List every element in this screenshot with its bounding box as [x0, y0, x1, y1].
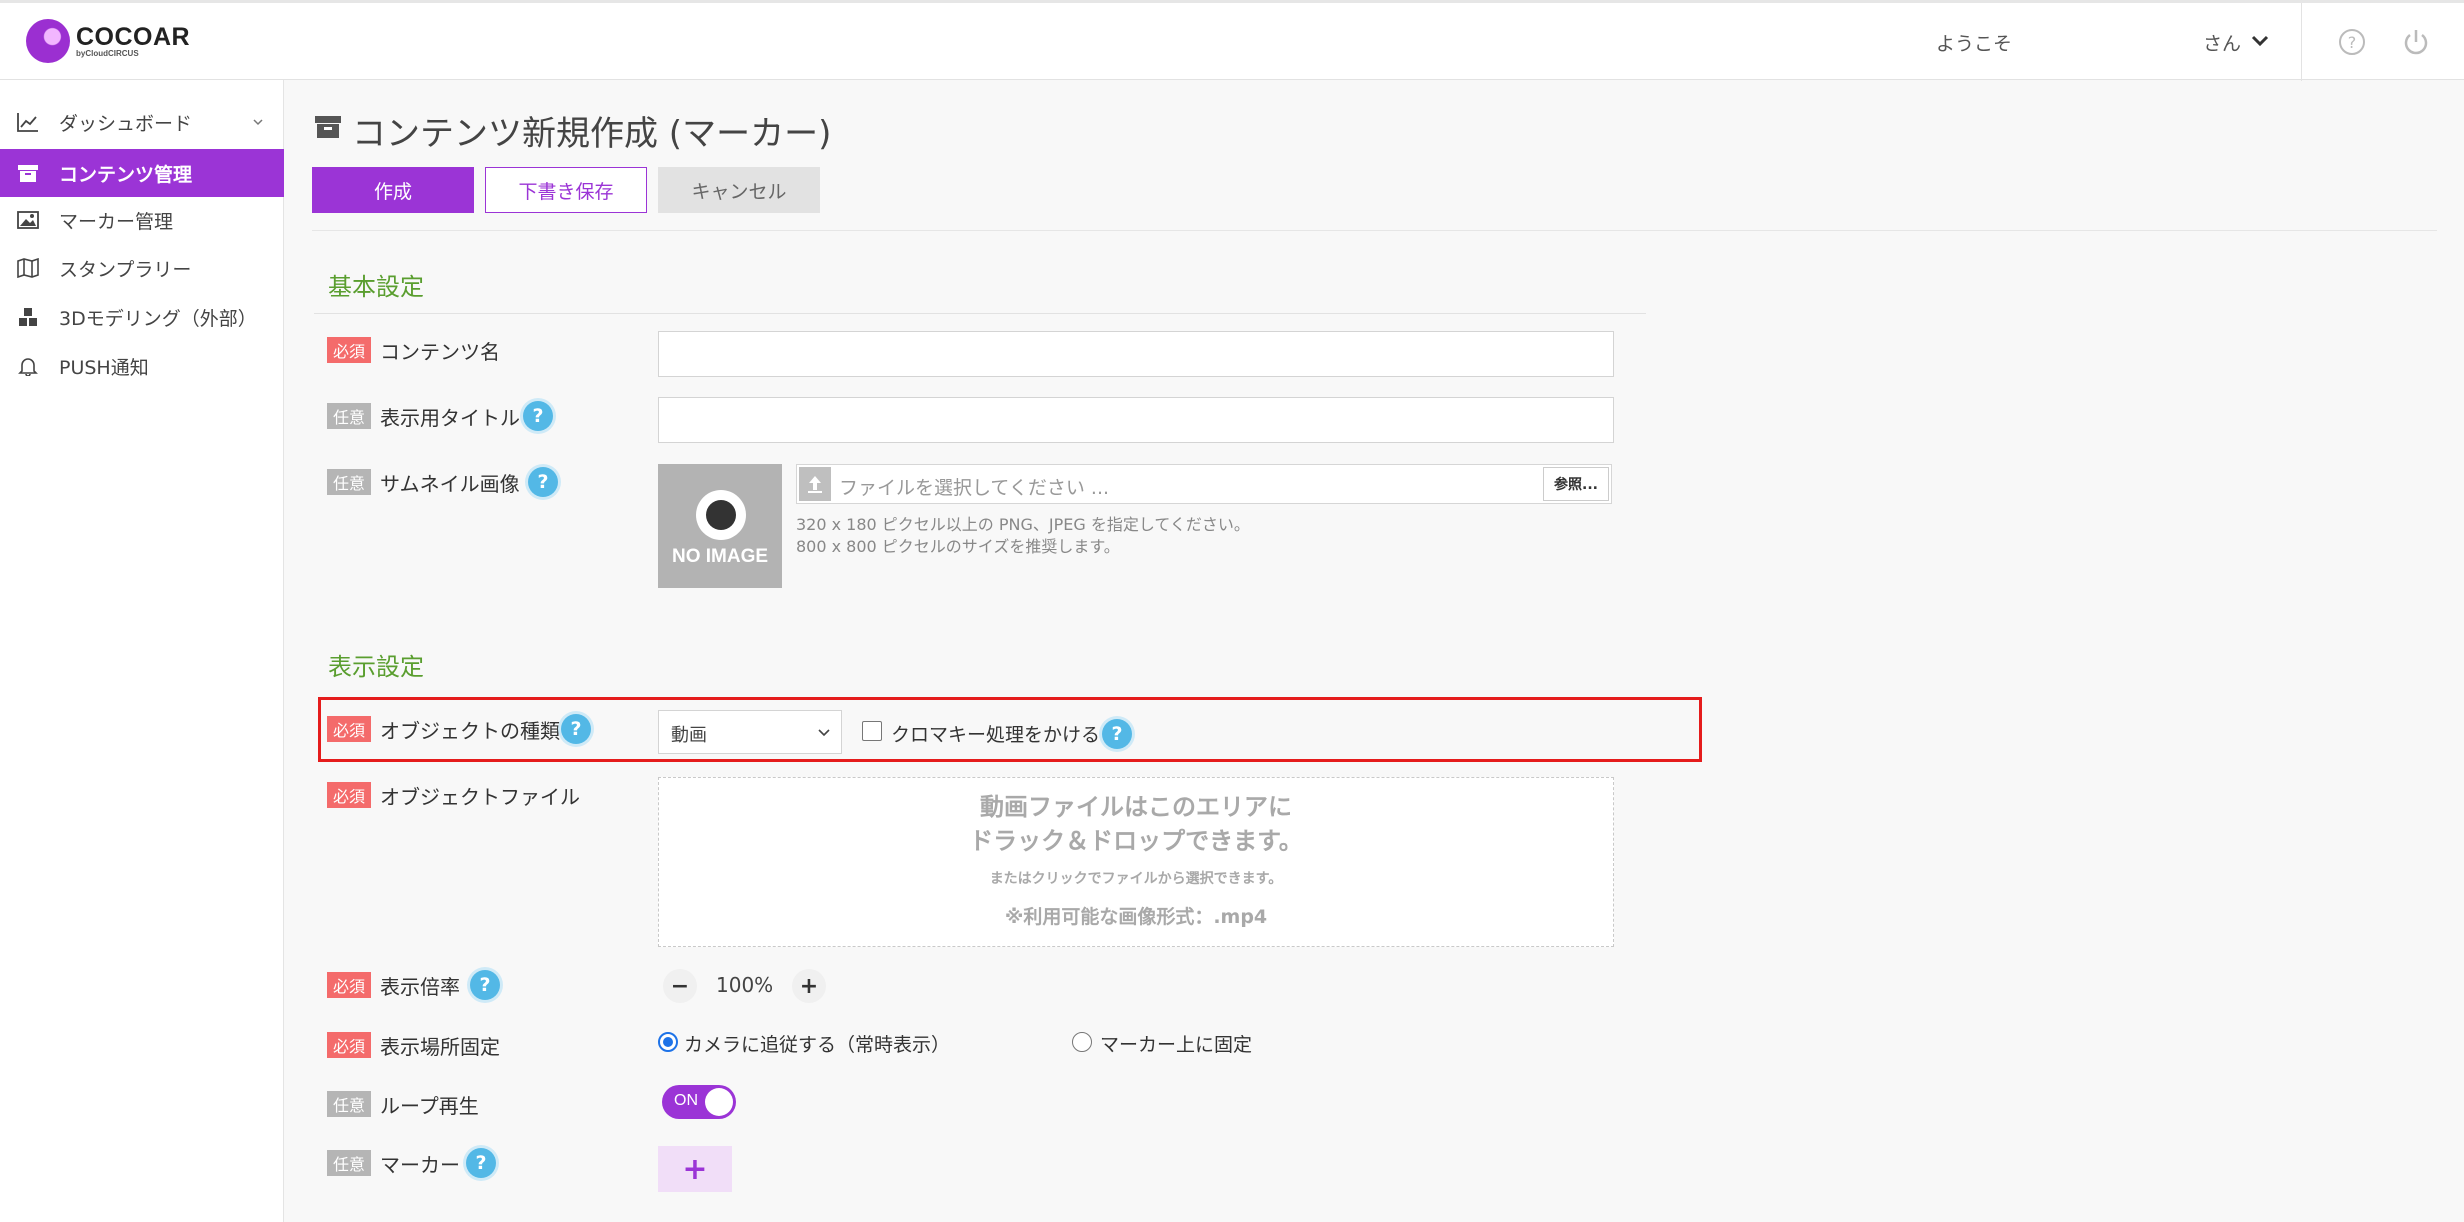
archive-box-icon: [315, 116, 341, 138]
section-divider: [314, 313, 1646, 314]
map-icon: [15, 255, 41, 281]
fix-on-marker-label: マーカー上に固定: [1100, 1034, 1253, 1056]
sidebar-item-label: コンテンツ管理: [59, 163, 193, 186]
content-name-label: コンテンツ名: [380, 340, 500, 364]
loop-label: ループ再生: [380, 1094, 479, 1118]
decrease-scale-button[interactable]: −: [663, 969, 697, 1003]
no-image-text: NO IMAGE: [671, 546, 769, 567]
archive-box-icon: [15, 160, 41, 186]
sidebar-item-label: スタンプラリー: [59, 258, 192, 281]
optional-badge: 任意: [327, 403, 371, 429]
required-badge: 必須: [327, 1032, 371, 1058]
fix-on-marker-radio[interactable]: [1072, 1032, 1092, 1052]
create-button[interactable]: 作成: [312, 167, 474, 213]
file-dropzone[interactable]: 動画ファイルはこのエリアに ドラック＆ドロップできます。 またはクリックでファイ…: [658, 777, 1614, 947]
position-label: 表示場所固定: [380, 1035, 500, 1059]
image-icon: [15, 207, 41, 233]
optional-badge: 任意: [327, 1091, 371, 1117]
dropzone-subtext: またはクリックでファイルから選択できます。: [989, 871, 1283, 887]
sidebar-item-contents[interactable]: コンテンツ管理: [0, 149, 284, 197]
required-badge: 必須: [327, 782, 371, 808]
object-file-label: オブジェクトファイル: [380, 785, 580, 809]
sidebar-item-push[interactable]: PUSH通知: [0, 342, 284, 390]
thumbnail-hint-recommend: 800 x 800 ピクセルのサイズを推奨します。: [796, 537, 1120, 556]
sidebar-item-dashboard[interactable]: ダッシュボード: [0, 98, 284, 146]
follow-camera-label: カメラに追従する（常時表示）: [684, 1034, 951, 1056]
logo-text: COCOAR: [76, 23, 191, 51]
file-select-field[interactable]: ファイルを選択してください ... 参照...: [796, 464, 1612, 504]
required-badge: 必須: [327, 716, 371, 742]
help-icon[interactable]: ?: [1102, 719, 1132, 749]
optional-badge: 任意: [327, 1150, 371, 1176]
sidebar: ダッシュボード コンテンツ管理 マーカー管理 スタンプラリー 3Dモデリング（外…: [0, 80, 284, 1222]
placeholder-logo-icon: [696, 490, 746, 540]
object-type-select[interactable]: 動画: [658, 710, 842, 754]
scale-label: 表示倍率: [380, 975, 460, 999]
optional-badge: 任意: [327, 469, 371, 495]
section-title-basic: 基本設定: [328, 273, 424, 301]
help-icon[interactable]: ?: [523, 401, 553, 431]
power-icon[interactable]: [2401, 27, 2431, 57]
chevron-down-icon: [253, 119, 263, 126]
save-draft-button[interactable]: 下書き保存: [485, 167, 647, 213]
add-marker-button[interactable]: +: [658, 1146, 732, 1192]
help-icon[interactable]: ?: [466, 1148, 496, 1178]
dropzone-title: 動画ファイルはこのエリアに ドラック＆ドロップできます。: [659, 790, 1613, 858]
chevron-down-icon[interactable]: [2250, 31, 2270, 51]
sidebar-item-label: 3Dモデリング（外部）: [59, 307, 257, 330]
cubes-icon: [15, 304, 41, 330]
marker-label: マーカー: [380, 1153, 460, 1177]
file-placeholder: ファイルを選択してください ...: [839, 477, 1110, 499]
cancel-button[interactable]: キャンセル: [658, 167, 820, 213]
display-title-input[interactable]: [658, 397, 1614, 443]
loop-toggle[interactable]: ON: [662, 1085, 736, 1119]
toggle-knob: [705, 1088, 733, 1116]
header-divider: [2301, 3, 2302, 81]
dropzone-line2: ドラック＆ドロップできます。: [969, 827, 1303, 855]
thumbnail-label: サムネイル画像: [380, 472, 520, 496]
sidebar-item-label: PUSH通知: [59, 356, 149, 379]
divider: [312, 230, 2437, 231]
display-title-label: 表示用タイトル: [380, 406, 520, 430]
follow-camera-radio[interactable]: [658, 1032, 678, 1052]
thumbnail-preview: NO IMAGE: [658, 464, 782, 588]
sidebar-item-3d-modeling[interactable]: 3Dモデリング（外部）: [0, 293, 284, 341]
thumbnail-hint-size: 320 x 180 ピクセル以上の PNG、JPEG を指定してください。: [796, 515, 1250, 534]
help-icon[interactable]: ?: [2337, 27, 2367, 57]
chart-line-icon: [15, 109, 41, 135]
chroma-key-label: クロマキー処理をかける: [891, 724, 1101, 746]
object-type-label: オブジェクトの種類: [380, 719, 560, 743]
user-menu[interactable]: さん: [2203, 29, 2241, 56]
required-badge: 必須: [327, 337, 371, 363]
object-type-value: 動画: [671, 725, 707, 746]
required-badge: 必須: [327, 972, 371, 998]
help-icon[interactable]: ?: [561, 714, 591, 744]
sidebar-item-markers[interactable]: マーカー管理: [0, 196, 284, 244]
bell-icon: [15, 353, 41, 379]
dropzone-line1: 動画ファイルはこのエリアに: [980, 793, 1292, 821]
welcome-text: ようこそ: [1936, 33, 2013, 55]
sidebar-item-stamp-rally[interactable]: スタンプラリー: [0, 244, 284, 292]
cocoar-logo-icon[interactable]: [26, 19, 70, 63]
svg-text:?: ?: [2348, 33, 2357, 52]
scale-value: 100%: [716, 973, 774, 997]
dropzone-format: ※利用可能な画像形式：.mp4: [1004, 906, 1268, 928]
browse-button[interactable]: 参照...: [1543, 467, 1609, 501]
upload-icon: [799, 467, 831, 501]
sidebar-item-label: マーカー管理: [59, 210, 174, 233]
toggle-state: ON: [674, 1092, 698, 1109]
help-icon[interactable]: ?: [528, 467, 558, 497]
chevron-down-icon: [818, 729, 830, 737]
logo-subtext: byCloudCIRCUS: [76, 49, 139, 58]
section-title-display: 表示設定: [328, 653, 424, 681]
app-header: COCOAR byCloudCIRCUS ようこそ さん ?: [0, 0, 2464, 81]
chroma-key-checkbox[interactable]: [862, 721, 882, 741]
increase-scale-button[interactable]: +: [792, 969, 826, 1003]
page-title: コンテンツ新規作成 (マーカー): [352, 114, 832, 154]
sidebar-item-label: ダッシュボード: [59, 112, 193, 135]
help-icon[interactable]: ?: [470, 970, 500, 1000]
content-name-input[interactable]: [658, 331, 1614, 377]
